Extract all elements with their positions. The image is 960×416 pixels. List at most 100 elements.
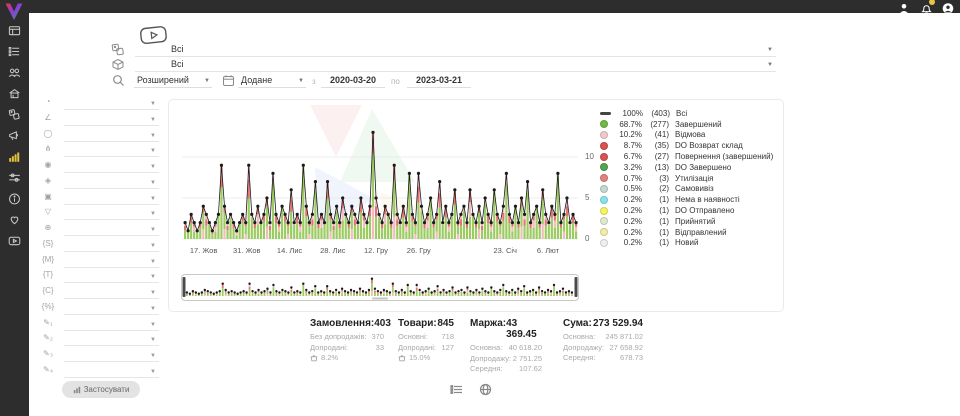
filter-row-delivery-status[interactable]: ◔▼ [37,97,159,111]
help-select[interactable]: ▼ [64,129,159,142]
filter-row-sales-ramp[interactable]: ∠▼ [37,113,159,127]
sidebar-item-support[interactable] [8,213,21,226]
account-avatar-icon[interactable] [942,1,954,12]
filter-row-website[interactable]: ⊕▼ [37,223,159,237]
x-tick-label: 6. Лют [537,246,559,255]
stat-sub-label: Допродажу: [470,354,511,365]
category-filter[interactable]: Всі ▼ [135,43,776,57]
orders-chart[interactable] [182,112,582,244]
utm-content-select[interactable]: ▼ [64,302,159,315]
legend-item[interactable]: 0.2%(1)Нема в наявності [600,194,782,205]
custom-field-4-select[interactable]: ▼ [64,365,159,378]
legend-item[interactable]: 100%(403)Всі [600,108,782,119]
date-from-input[interactable]: 2020-03-20 [321,74,385,88]
filter-row-utm-content[interactable]: {%}▼ [37,302,159,316]
stat-sub-label: Допродані: [310,343,348,354]
filter-row-utm-term[interactable]: {T}▼ [37,270,159,284]
legend-item[interactable]: 0.5%(2)Самовивіз [600,184,782,195]
legend-item[interactable]: 0.2%(1)Новий [600,238,782,249]
sidebar-item-orders[interactable] [8,45,21,58]
legend-count: (1) [642,217,669,226]
date-field-select[interactable]: Додане ▼ [238,74,306,88]
stat-sub-label: Основна: [563,332,595,343]
legend-item[interactable]: 6.7%(27)Повернення (завершений) [600,151,782,162]
filter-row-product-type[interactable]: ◈▼ [37,176,159,190]
legend-percent: 0.2% [612,228,642,237]
delivery-status-select[interactable]: ▼ [64,97,159,110]
sidebar-item-integrations[interactable] [8,171,21,184]
utm-source-select[interactable]: ▼ [64,239,159,252]
sidebar-item-store[interactable] [8,87,21,100]
filter-row-utm-source[interactable]: {S}▼ [37,239,159,253]
price-select[interactable]: ▼ [64,192,159,205]
responsible-manager-icon: ⋔ [40,144,56,153]
legend-item[interactable]: 0.2%(1)Прийнятий [600,216,782,227]
product-type-select[interactable]: ▼ [64,176,159,189]
legend-item[interactable]: 0.2%(1)Відправлений [600,227,782,238]
utm-medium-select[interactable]: ▼ [64,255,159,268]
sidebar-item-marketing[interactable] [8,129,21,142]
x-tick-label: 31. Жов [233,246,261,255]
filter-row-custom-field-2[interactable]: ✎₂▼ [37,333,159,347]
responsible-manager-select[interactable]: ▼ [64,144,159,157]
filter-row-responsible-manager[interactable]: ⋔▼ [37,144,159,158]
calendar-icon[interactable] [222,74,235,87]
date-from-label: з [312,77,316,86]
table-view-icon[interactable] [450,383,463,396]
category-icon [111,43,125,56]
search-icon[interactable] [112,74,125,87]
filter-row-custom-field-4[interactable]: ✎₄▼ [37,365,159,379]
legend-count: (41) [642,130,669,139]
custom-field-1-select[interactable]: ▼ [64,318,159,331]
globe-view-icon[interactable] [479,383,492,396]
filter-row-utm-medium[interactable]: {M}▼ [37,255,159,269]
apply-button[interactable]: Застосувати [62,381,140,398]
sidebar-item-customers[interactable] [8,66,21,79]
legend-percent: 0.2% [612,217,642,226]
legend-dot-swatch [600,185,608,193]
topbar [0,0,960,13]
stat-sub-label: Без допродажів: [310,332,367,343]
sidebar-item-video-lessons[interactable] [8,234,21,247]
custom-field-3-select[interactable]: ▼ [64,349,159,362]
custom-field-2-select[interactable]: ▼ [64,333,159,346]
chart-legend: 100%(403)Всі68.7%(277)Завершений10.2%(41… [600,108,782,248]
filter-row-custom-field-3[interactable]: ✎₃▼ [37,349,159,363]
sidebar-item-promotions[interactable] [8,108,21,121]
utm-campaign-select[interactable]: ▼ [64,286,159,299]
legend-dot-swatch [600,174,608,182]
sidebar-item-analytics[interactable] [8,150,21,163]
utm-term-select[interactable]: ▼ [64,270,159,283]
legend-item[interactable]: 0.7%(3)Утилізація [600,173,782,184]
funnel-filter-select[interactable]: ▼ [64,207,159,220]
topbar-right-icons [898,1,954,12]
filter-row-custom-field-1[interactable]: ✎₁▼ [37,318,159,332]
region-select[interactable]: ▼ [64,160,159,173]
sales-ramp-select[interactable]: ▼ [64,113,159,126]
notifications-bell-icon[interactable] [920,1,932,12]
sidebar-item-info[interactable] [8,192,21,205]
user-icon[interactable] [898,1,910,12]
product-filter[interactable]: Всі ▼ [135,58,776,72]
chart-brush[interactable] [181,274,579,301]
filter-row-help[interactable]: ◯▼ [37,129,159,143]
legend-item[interactable]: 68.7%(277)Завершений [600,119,782,130]
legend-item[interactable]: 8.7%(35)DO Возврат склад [600,140,782,151]
legend-dot-swatch [600,207,608,215]
filter-row-utm-campaign[interactable]: {C}▼ [37,286,159,300]
date-to-input[interactable]: 2023-03-21 [407,74,471,88]
filter-row-funnel-filter[interactable]: ▽▼ [37,207,159,221]
legend-item[interactable]: 3.2%(13)DO Завершено [600,162,782,173]
stat-percent: 8.2% [321,353,338,364]
app-logo[interactable] [3,1,25,22]
legend-percent: 8.7% [612,141,642,150]
legend-item[interactable]: 10.2%(41)Відмова [600,130,782,141]
sidebar-item-dashboard[interactable] [8,24,21,37]
search-mode-select[interactable]: Розширений ▼ [134,74,212,88]
website-select[interactable]: ▼ [64,223,159,236]
legend-percent: 10.2% [612,130,642,139]
legend-item[interactable]: 0.2%(1)DO Отправлено [600,205,782,216]
stat-value: 273 529.94 [593,318,643,329]
filter-row-region[interactable]: ◉▼ [37,160,159,174]
filter-row-price[interactable]: ▣▼ [37,192,159,206]
